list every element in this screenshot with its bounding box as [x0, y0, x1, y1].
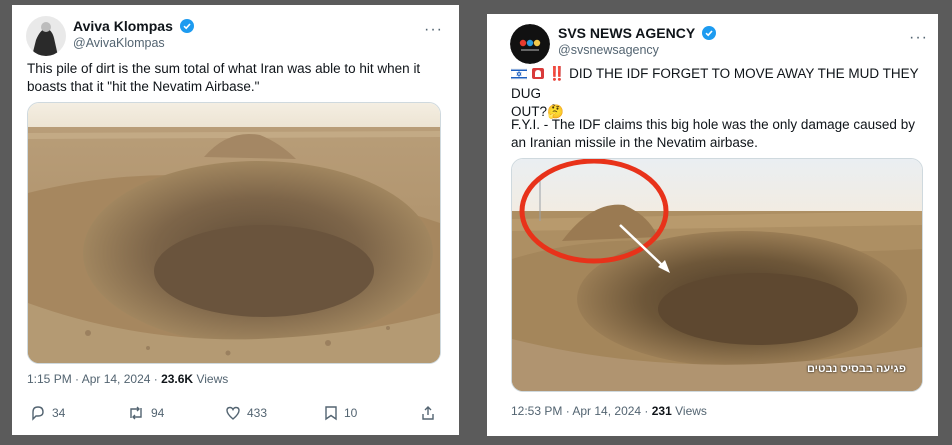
like-button[interactable]: 433	[225, 405, 267, 421]
heart-icon	[226, 406, 240, 420]
bookmark-icon	[325, 406, 337, 421]
verified-badge-icon	[701, 26, 716, 43]
reply-button[interactable]: 34	[30, 405, 65, 421]
tweet-card-svs: SVS NEWS AGENCY @svsnewsagency ··· ‼️ DI…	[487, 14, 938, 436]
more-options-icon[interactable]: ···	[909, 30, 928, 46]
share-button[interactable]	[420, 405, 436, 421]
tweet-card-aviva: Aviva Klompas @AvivaKlompas ··· This pil…	[12, 5, 459, 435]
crater-video-frame	[512, 159, 922, 391]
tweet-text: ‼️ DID THE IDF FORGET TO MOVE AWAY THE M…	[510, 66, 919, 119]
tweet-image[interactable]	[27, 102, 441, 364]
repost-button[interactable]: 94	[127, 405, 164, 421]
more-options-icon[interactable]: ···	[424, 22, 443, 38]
tweet-text: This pile of dirt is the sum total of wh…	[27, 61, 421, 94]
crater-photo	[28, 103, 440, 363]
video-caption: פגיעה בבסיס נבטים	[806, 363, 906, 375]
reply-icon	[32, 406, 44, 421]
israel-flag-icon	[510, 67, 528, 85]
tweet-timestamp[interactable]: 12:53 PM · Apr 14, 2024 · 231 Views	[511, 404, 707, 418]
author-handle[interactable]: @AvivaKlompas	[73, 36, 165, 50]
tweet-video[interactable]: פגיעה בבסיס נבטים	[511, 158, 923, 392]
author-handle[interactable]: @svsnewsagency	[558, 43, 659, 57]
repost-icon	[130, 406, 142, 420]
avatar[interactable]	[510, 24, 550, 64]
tweet-text-paragraph: F.Y.I. - The IDF claims this big hole wa…	[511, 117, 915, 150]
alarm-siren-icon	[531, 66, 545, 85]
verified-badge-icon	[179, 19, 194, 36]
author-name[interactable]: Aviva Klompas	[73, 18, 194, 36]
avatar[interactable]	[26, 16, 66, 56]
tweet-timestamp[interactable]: 1:15 PM · Apr 14, 2024 · 23.6K Views	[27, 372, 228, 386]
author-name[interactable]: SVS NEWS AGENCY	[558, 25, 716, 43]
bookmark-button[interactable]: 10	[324, 405, 357, 421]
share-icon	[422, 406, 434, 420]
